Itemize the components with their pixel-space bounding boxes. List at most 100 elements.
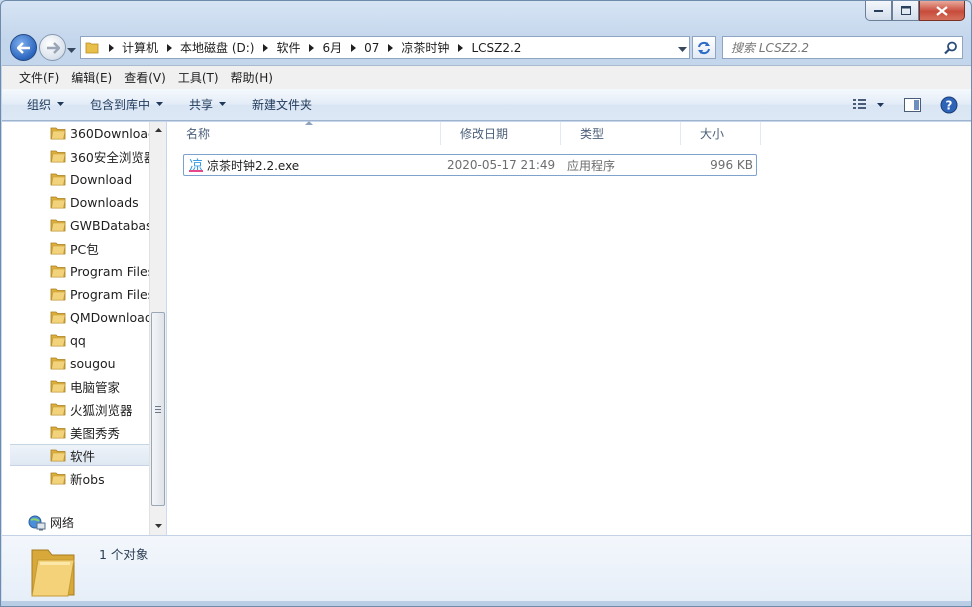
explorer-window: 计算机本地磁盘 (D:) 软件 6月 07 凉茶时钟 LCSZ2.2 文件(F)编辑(E)… — [0, 0, 972, 607]
menu-item[interactable]: 查看(V) — [118, 67, 172, 89]
menu-item[interactable]: 帮助(H) — [225, 67, 279, 89]
address-row: 计算机 本地磁盘 (D:) 软件 6月 07 凉茶时钟 LCSZ2.2 — [1, 31, 971, 63]
tree-item[interactable]: Download — [10, 168, 149, 190]
breadcrumb-separator[interactable] — [304, 43, 320, 52]
breadcrumb-separator[interactable] — [161, 43, 177, 52]
breadcrumb-separator[interactable] — [345, 43, 361, 52]
column-header-name[interactable]: 名称 — [167, 121, 441, 145]
breadcrumb-separator[interactable] — [103, 43, 119, 52]
item-count: 1 个对象 — [99, 547, 149, 562]
breadcrumb-item[interactable]: 07 — [361, 41, 382, 55]
menu-item[interactable]: 编辑(E) — [65, 67, 118, 89]
tree-item[interactable]: 电脑管家 — [10, 375, 149, 397]
arrow-left-icon — [16, 41, 30, 54]
chevron-down-icon — [57, 102, 65, 106]
breadcrumb-separator[interactable] — [382, 43, 398, 52]
tree-item[interactable]: qq — [10, 329, 149, 351]
folder-icon — [50, 426, 66, 439]
tree-item-label: Download — [70, 171, 133, 187]
breadcrumb-item[interactable]: 计算机 — [119, 39, 161, 56]
navigation-pane: 360Download 360安全浏览器 Download Downloads GWBD… — [2, 122, 166, 535]
maximize-button[interactable] — [892, 1, 919, 21]
scroll-up-icon — [154, 128, 162, 132]
scroll-thumb[interactable] — [151, 312, 165, 506]
breadcrumb-item[interactable]: LCSZ2.2 — [468, 41, 524, 55]
file-row[interactable]: 凉 凉茶时钟2.2.exe 2020-05-17 21:49 应用程序 996 … — [183, 154, 757, 176]
column-type-label: 类型 — [580, 127, 605, 141]
tree-item-label: 新obs — [70, 471, 105, 487]
new-folder-label: 新建文件夹 — [252, 98, 313, 112]
tree-item[interactable]: 火狐浏览器 — [10, 398, 149, 420]
organize-button[interactable]: 组织 — [18, 92, 73, 118]
tree-item-label: Program Files — [70, 263, 149, 279]
folder-large-icon — [28, 540, 80, 603]
breadcrumb-item[interactable]: 软件 — [273, 39, 303, 56]
tree-item-label: PC包 — [70, 241, 99, 257]
folder-icon — [50, 127, 66, 140]
breadcrumb-separator[interactable] — [257, 43, 273, 52]
breadcrumb-item[interactable]: 本地磁盘 (D:) — [177, 39, 257, 56]
details-pane: 1 个对象 — [2, 535, 971, 603]
column-header-size[interactable]: 大小 — [681, 122, 761, 145]
chevron-right-icon — [262, 43, 268, 52]
refresh-button[interactable] — [692, 36, 716, 59]
breadcrumb-item[interactable]: 6月 — [320, 39, 346, 56]
tree-item-label: 软件 — [70, 448, 96, 464]
tree-item-network[interactable]: 网络 — [28, 514, 74, 531]
folder-icon — [50, 288, 66, 301]
grip-icon — [155, 405, 161, 413]
tree-item[interactable]: 360安全浏览器 — [10, 145, 149, 167]
scroll-up-button[interactable] — [150, 122, 166, 139]
minimize-button[interactable] — [865, 1, 892, 21]
address-history-dropdown[interactable] — [678, 42, 687, 56]
preview-pane-button[interactable] — [900, 93, 926, 117]
recent-pages-dropdown[interactable] — [67, 43, 77, 53]
folder-icon — [50, 357, 66, 370]
chevron-right-icon — [387, 43, 393, 52]
app-icon: 凉 — [186, 157, 206, 173]
column-header-type[interactable]: 类型 — [561, 122, 681, 145]
tree-item[interactable]: 软件 — [10, 444, 149, 466]
folder-icon — [50, 311, 66, 324]
chevron-right-icon — [108, 43, 114, 52]
include-library-button[interactable]: 包含到库中 — [81, 92, 172, 118]
menu-item[interactable]: 工具(T) — [172, 67, 225, 89]
scroll-down-button[interactable] — [150, 518, 166, 535]
minimize-icon — [873, 9, 883, 12]
forward-button[interactable] — [39, 34, 66, 61]
tree-item[interactable]: 美图秀秀 — [10, 421, 149, 443]
folder-icon — [50, 150, 66, 163]
tree-item[interactable]: 新obs — [10, 467, 149, 489]
window-bottom-border — [1, 601, 971, 606]
column-size-label: 大小 — [700, 127, 725, 141]
new-folder-button[interactable]: 新建文件夹 — [243, 92, 321, 118]
back-button[interactable] — [10, 34, 37, 61]
organize-label: 组织 — [27, 98, 52, 112]
folder-icon — [81, 37, 103, 58]
tree-item[interactable]: QMDownload — [10, 306, 149, 328]
address-bar[interactable]: 计算机 本地磁盘 (D:) 软件 6月 07 凉茶时钟 LCSZ2.2 — [80, 36, 690, 59]
menu-item[interactable]: 文件(F) — [13, 67, 65, 89]
help-button[interactable]: ? — [936, 93, 962, 117]
tree-item[interactable]: Program Files — [10, 260, 149, 282]
column-header-date[interactable]: 修改日期 — [441, 122, 561, 145]
tree-item[interactable]: PC包 — [10, 237, 149, 259]
breadcrumb-separator[interactable] — [452, 43, 468, 52]
tree-item[interactable]: GWBDatabase — [10, 214, 149, 236]
tree-item[interactable]: sougou — [10, 352, 149, 374]
breadcrumb-item[interactable]: 凉茶时钟 — [398, 39, 452, 56]
command-bar: 组织 包含到库中 共享 新建文件夹 ? — [2, 89, 971, 121]
breadcrumb: 计算机 本地磁盘 (D:) 软件 6月 07 凉茶时钟 LCSZ2.2 — [103, 37, 524, 58]
tree-item[interactable]: 360Download — [10, 122, 149, 144]
tree-item[interactable]: Downloads — [10, 191, 149, 213]
search-icon[interactable] — [940, 41, 962, 55]
tree-item-label: 360Download — [70, 125, 149, 141]
close-button[interactable] — [919, 1, 965, 21]
menu-bar: 文件(F) 编辑(E) 查看(V) 工具(T) 帮助(H) — [2, 65, 971, 89]
view-options-button[interactable] — [848, 93, 890, 117]
nav-scrollbar[interactable] — [149, 122, 166, 535]
search-input[interactable] — [723, 40, 940, 55]
tree-item[interactable]: Program Files — [10, 283, 149, 305]
chevron-right-icon — [309, 43, 314, 52]
share-button[interactable]: 共享 — [180, 92, 235, 118]
